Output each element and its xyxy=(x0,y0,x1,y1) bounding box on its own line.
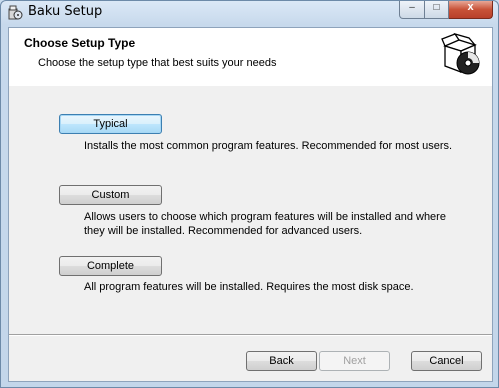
custom-description: Allows users to choose which program fea… xyxy=(84,211,446,237)
minimize-icon: – xyxy=(409,2,415,13)
typical-button[interactable]: Typical xyxy=(59,114,162,134)
cancel-button[interactable]: Cancel xyxy=(411,351,482,371)
close-button[interactable]: x xyxy=(449,1,493,19)
title-bar[interactable]: Baku Setup – □ x xyxy=(1,1,498,23)
footer-divider-highlight xyxy=(9,335,492,336)
installer-app-icon xyxy=(8,5,23,20)
maximize-icon: □ xyxy=(433,2,440,13)
caption-buttons: – □ x xyxy=(399,1,493,19)
typical-description: Installs the most common program feature… xyxy=(84,140,453,152)
complete-button[interactable]: Complete xyxy=(59,256,162,276)
back-button[interactable]: Back xyxy=(246,351,317,371)
dialog-header: Choose Setup Type Choose the setup type … xyxy=(9,28,492,86)
setup-window: Baku Setup – □ x Choose Setup Type Choos… xyxy=(0,0,499,388)
page-title: Choose Setup Type xyxy=(24,36,136,50)
page-subtitle: Choose the setup type that best suits yo… xyxy=(38,57,277,69)
dialog-client-area: Choose Setup Type Choose the setup type … xyxy=(8,27,493,382)
maximize-button[interactable]: □ xyxy=(425,1,449,19)
complete-description: All program features will be installed. … xyxy=(84,281,414,293)
next-button[interactable]: Next xyxy=(319,351,390,371)
software-box-disc-icon xyxy=(441,32,480,75)
header-divider xyxy=(9,85,492,86)
window-title: Baku Setup xyxy=(28,4,103,19)
custom-button[interactable]: Custom xyxy=(59,185,162,205)
minimize-button[interactable]: – xyxy=(399,1,425,19)
close-icon: x xyxy=(467,1,474,13)
